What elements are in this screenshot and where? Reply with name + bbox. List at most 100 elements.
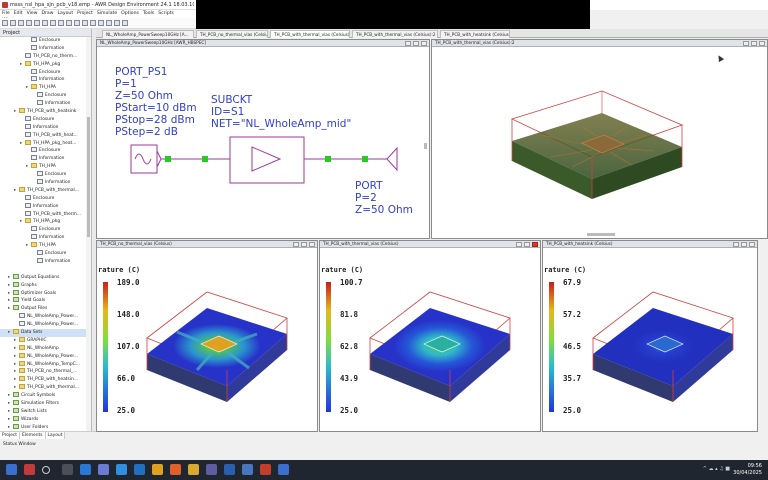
tree-item[interactable]: Information: [0, 155, 86, 163]
tree-item[interactable]: TH_PCB_no_therm...: [0, 52, 86, 61]
doc-tab-no-thermal-vias[interactable]: TH_PCB_no_thermal_vias (Celsius): [196, 30, 268, 38]
menu-view[interactable]: View: [25, 10, 40, 17]
doc-tab-with-heatsink[interactable]: TH_PCB_with_heatsink (Celsius): [440, 30, 510, 38]
tree-item[interactable]: Information: [0, 257, 86, 266]
tab-project[interactable]: Project: [0, 432, 21, 439]
tree-item[interactable]: ▸ Circuit Symbols: [0, 392, 86, 400]
minimize-button[interactable]: [733, 242, 739, 247]
menu-file[interactable]: File: [0, 10, 12, 17]
thermal-canvas-1[interactable]: rature (C) 189.0 148.0 107.0 66.0 25.0: [97, 248, 317, 431]
tree-item[interactable]: Enclosure: [0, 226, 86, 234]
close-button[interactable]: [749, 242, 755, 247]
tree-item[interactable]: Enclosure: [0, 115, 86, 124]
awr-icon[interactable]: [242, 464, 253, 475]
project-scrollbar[interactable]: [86, 37, 91, 431]
tree-item[interactable]: ▸ TH_HPA: [0, 242, 86, 250]
tree-item[interactable]: NL_WholeAmp_Power...: [0, 321, 86, 329]
tree-item[interactable]: Information: [0, 234, 86, 242]
menu-simulate[interactable]: Simulate: [95, 10, 119, 17]
tree-item[interactable]: ▸ Simulation Filters: [0, 399, 86, 408]
tree-item[interactable]: Information: [0, 179, 86, 187]
doc-tab-with-thermal-vias-2[interactable]: TH_PCB_with_thermal_vias (Celsius):2: [352, 30, 438, 38]
tune-icon[interactable]: [90, 20, 96, 26]
minimize-button[interactable]: [516, 242, 522, 247]
tree-item[interactable]: ▸ Switch Lists: [0, 407, 86, 416]
save-icon[interactable]: [18, 20, 24, 26]
doc-tab-schematic[interactable]: NL_WholeAmp_PowerSweep10GHz [A...: [102, 30, 194, 38]
maximize-button[interactable]: [413, 41, 419, 46]
schematic-canvas[interactable]: PORT_PS1 P=1 Z=50 Ohm PStart=10 dBm PSto…: [97, 47, 429, 238]
tree-item[interactable]: Enclosure: [0, 194, 86, 203]
tree-item[interactable]: [0, 266, 86, 274]
view3d-hscroll[interactable]: [587, 233, 615, 236]
tree-item[interactable]: NL_WholeAmp_Power...: [0, 313, 86, 321]
redo-icon[interactable]: [66, 20, 72, 26]
zoom-icon[interactable]: [74, 20, 80, 26]
folder-icon[interactable]: [188, 464, 199, 475]
tree-item[interactable]: ▸ TH_PCB_with_heatsink: [0, 108, 86, 116]
maximize-button[interactable]: [301, 242, 307, 247]
tree-item[interactable]: Information: [0, 44, 86, 53]
tree-item[interactable]: Information: [0, 76, 86, 84]
view3d-canvas[interactable]: [432, 47, 767, 238]
tree-item[interactable]: ▸ TH_HPA_pkg: [0, 218, 86, 226]
menu-tools[interactable]: Tools: [141, 10, 156, 17]
tree-item[interactable]: ▸ User Folders: [0, 423, 86, 431]
tree-item[interactable]: Enclosure: [0, 171, 86, 179]
maximize-button[interactable]: [524, 242, 530, 247]
tree-item[interactable]: TH_PCB_with_heat...: [0, 131, 86, 140]
menu-draw[interactable]: Draw: [40, 10, 56, 17]
tree-item[interactable]: ▸ Output Equations: [0, 273, 86, 282]
tree-item[interactable]: ▸ TH_PCB_with_heatsin...: [0, 376, 86, 384]
start-icon[interactable]: [6, 464, 17, 475]
tree-item[interactable]: Enclosure: [0, 68, 86, 77]
tree-item[interactable]: ▸ TH_PCB_no_thermal_...: [0, 368, 86, 376]
close-button[interactable]: [532, 242, 538, 247]
optimize-icon[interactable]: [98, 20, 104, 26]
tree-item[interactable]: Information: [0, 123, 86, 132]
menu-layout[interactable]: Layout: [56, 10, 76, 17]
thermal-canvas-3[interactable]: rature (C) 67.9 57.2 46.5 35.7 25.0: [543, 248, 757, 431]
menu-edit[interactable]: Edit: [12, 10, 25, 17]
tree-item[interactable]: ▸ TH_HPA_pkg: [0, 60, 86, 69]
undo-icon[interactable]: [58, 20, 64, 26]
calculator-icon[interactable]: [206, 464, 217, 475]
menu-options[interactable]: Options: [119, 10, 141, 17]
tree-item[interactable]: ▸ TH_HPA: [0, 84, 86, 92]
tree-item[interactable]: Information: [0, 202, 86, 211]
menu-project[interactable]: Project: [75, 10, 95, 17]
tree-item[interactable]: ▸ Optimizer Goals: [0, 289, 86, 298]
minimize-button[interactable]: [405, 41, 411, 46]
app-pin-icon[interactable]: [24, 464, 35, 475]
tree-item[interactable]: ▸ NL_WholeAmp_Power...: [0, 352, 86, 361]
schematic-vscroll[interactable]: [424, 143, 427, 149]
close-button[interactable]: [309, 242, 315, 247]
project-scroll-thumb[interactable]: [87, 117, 90, 237]
tree-item[interactable]: ▸ Graphs: [0, 281, 86, 290]
tree-item[interactable]: ▸ TH_PCB_with_thermal...: [0, 384, 86, 392]
explorer-icon[interactable]: [152, 464, 163, 475]
tree-item[interactable]: ▸ Data Sets: [0, 328, 86, 337]
print-icon[interactable]: [26, 20, 32, 26]
outlook-icon[interactable]: [116, 464, 127, 475]
tree-item[interactable]: TH_PCB_with_therm...: [0, 210, 86, 219]
teams-icon[interactable]: [98, 464, 109, 475]
task-view-icon[interactable]: [62, 464, 73, 475]
close-button[interactable]: [759, 41, 765, 46]
tree-item[interactable]: ▸ Wizards: [0, 415, 86, 424]
menu-scripts[interactable]: Scripts: [156, 10, 176, 17]
tree-item[interactable]: ▸ TH_HPA: [0, 163, 86, 171]
tree-item[interactable]: ▸ Yield Goals: [0, 297, 86, 305]
thermal-canvas-2[interactable]: rature (C) 100.7 81.8 62.8 43.9 25.0: [320, 248, 540, 431]
tree-item[interactable]: ▸ NL_WholeAmp_TempC...: [0, 360, 86, 369]
tree-item[interactable]: ▸ GRAPHIC: [0, 336, 86, 345]
graph-icon[interactable]: [114, 20, 120, 26]
tree-item[interactable]: Enclosure: [0, 92, 86, 100]
tree-item[interactable]: Enclosure: [0, 250, 86, 258]
close-button[interactable]: [421, 41, 427, 46]
open-icon[interactable]: [10, 20, 16, 26]
copy-icon[interactable]: [42, 20, 48, 26]
tree-item[interactable]: ▸ NL_WholeAmp: [0, 344, 86, 353]
tree-item[interactable]: ▸ TH_HPA_pkg_heat...: [0, 139, 86, 148]
minimize-button[interactable]: [743, 41, 749, 46]
